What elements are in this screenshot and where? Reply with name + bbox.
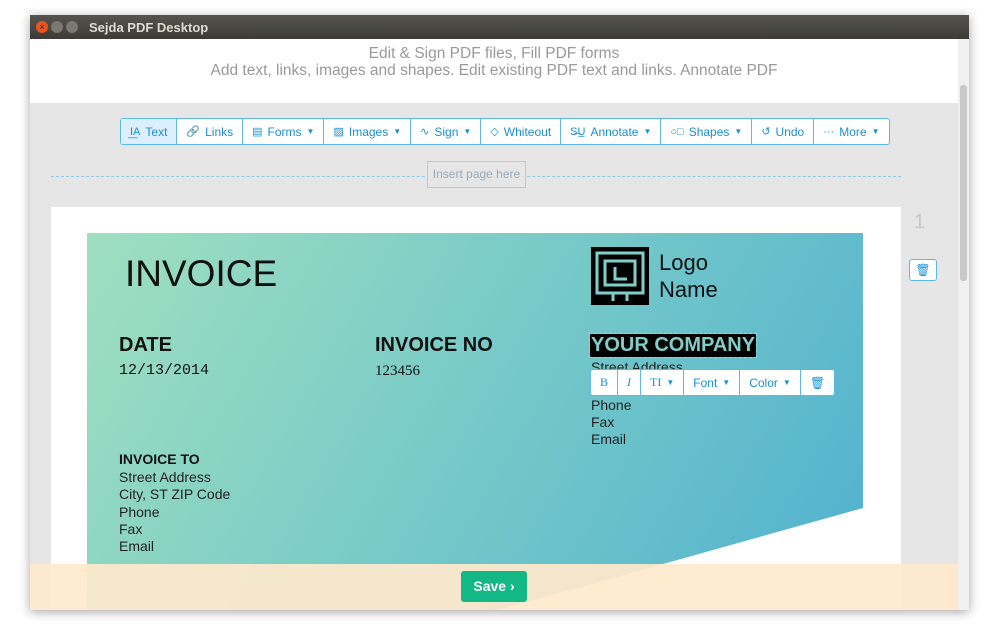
tool-links-button[interactable]: 🔗 Links <box>177 119 244 144</box>
title-bar: × Sejda PDF Desktop <box>30 15 969 39</box>
invoice-to-details[interactable]: Street Address City, ST ZIP Code Phone F… <box>119 469 230 555</box>
tool-label: Text <box>145 124 168 139</box>
tool-whiteout-button[interactable]: ◇ Whiteout <box>481 119 562 144</box>
company-phone: Phone <box>591 397 632 413</box>
text-cursor-icon: I͟A <box>130 125 141 138</box>
maximize-icon[interactable] <box>66 21 78 33</box>
font-dropdown[interactable]: Font ▼ <box>684 370 741 395</box>
link-icon: 🔗 <box>186 126 201 138</box>
signature-icon: ∿ <box>420 126 430 138</box>
format-toolbar: B I TI ▼ Font ▼ Color ▼ 🗑 <box>590 369 836 396</box>
trash-icon: 🗑 <box>809 375 826 390</box>
logo-name: Logo Name <box>659 249 718 303</box>
caret-down-icon: ▼ <box>666 378 675 387</box>
company-email: Email <box>591 431 627 447</box>
delete-element-button[interactable]: 🗑 <box>801 370 834 395</box>
bold-label: B <box>600 375 609 389</box>
text-size-dropdown[interactable]: TI ▼ <box>641 370 685 395</box>
caret-down-icon: ▼ <box>734 127 743 136</box>
insert-page-button[interactable]: Insert page here <box>427 161 526 188</box>
to-fax: Fax <box>119 520 143 537</box>
tool-label: Annotate <box>590 124 639 139</box>
tool-text-button[interactable]: I͟A Text <box>121 119 178 144</box>
tool-images-button[interactable]: ▨ Images ▼ <box>324 119 412 144</box>
tool-label: Sign <box>434 124 459 139</box>
date-label[interactable]: DATE <box>119 334 172 357</box>
date-value[interactable]: 12/13/2014 <box>119 362 209 379</box>
scrollbar[interactable] <box>958 39 969 610</box>
to-email: Email <box>119 538 155 555</box>
tool-sign-button[interactable]: ∿ Sign ▼ <box>411 119 482 144</box>
caret-down-icon: ▼ <box>463 127 472 136</box>
tool-annotate-button[interactable]: S̶U̲ Annotate ▼ <box>561 119 662 144</box>
tool-label: Links <box>205 124 234 139</box>
save-bar: Save › <box>30 564 958 610</box>
save-label: Save <box>473 578 507 594</box>
save-button[interactable]: Save › <box>461 571 527 602</box>
minimize-icon[interactable] <box>51 21 63 33</box>
app-window: × Sejda PDF Desktop Edit & Sign PDF file… <box>30 15 969 610</box>
to-city: City, ST ZIP Code <box>119 486 231 503</box>
company-fax: Fax <box>591 414 615 430</box>
tool-label: More <box>839 124 867 139</box>
page-number: 1 <box>914 211 926 233</box>
bold-button[interactable]: B <box>591 370 619 395</box>
eraser-icon: ◇ <box>490 126 499 138</box>
company-name-selected[interactable]: YOUR COMPANY <box>588 333 758 358</box>
tool-label: Images <box>348 124 389 139</box>
more-icon: ··· <box>823 125 835 138</box>
tool-label: Undo <box>775 124 805 139</box>
caret-down-icon: ▼ <box>782 378 791 387</box>
tool-shapes-button[interactable]: ○□ Shapes ▼ <box>661 119 753 144</box>
italic-button[interactable]: I <box>618 370 642 395</box>
scrollbar-thumb[interactable] <box>960 85 967 281</box>
header-line-2: Add text, links, images and shapes. Edit… <box>210 62 778 79</box>
caret-down-icon: ▼ <box>393 127 402 136</box>
form-icon: ▤ <box>252 126 263 138</box>
delete-page-button[interactable]: 🗑 <box>909 259 937 281</box>
font-label: Font <box>693 375 718 390</box>
to-phone: Phone <box>119 503 160 520</box>
tool-more-button[interactable]: ··· More ▼ <box>814 119 888 144</box>
tool-label: Shapes <box>688 124 730 139</box>
caret-down-icon: ▼ <box>871 127 880 136</box>
header-line-1: Edit & Sign PDF files, Fill PDF forms <box>368 45 620 62</box>
close-icon[interactable]: × <box>36 21 48 33</box>
text-size-label: TI <box>650 375 662 389</box>
tool-undo-button[interactable]: ↺ Undo <box>752 119 815 144</box>
image-icon: ▨ <box>333 126 344 138</box>
shapes-icon: ○□ <box>670 125 684 138</box>
color-label: Color <box>749 375 778 390</box>
invoice-to-label[interactable]: INVOICE TO <box>119 451 200 467</box>
tool-forms-button[interactable]: ▤ Forms ▼ <box>243 119 325 144</box>
trash-icon: 🗑 <box>915 263 931 277</box>
caret-down-icon: ▼ <box>722 378 731 387</box>
invoice-no-label[interactable]: INVOICE NO <box>375 334 493 357</box>
pdf-page[interactable]: INVOICE Logo Name DATE 12/13/2014 INVOICE… <box>51 207 901 610</box>
header: Edit & Sign PDF files, Fill PDF forms Ad… <box>30 39 958 103</box>
undo-icon: ↺ <box>761 126 771 138</box>
window-title: Sejda PDF Desktop <box>89 19 209 35</box>
invoice-no-value[interactable]: 123456 <box>375 363 420 380</box>
invoice-background: INVOICE Logo Name DATE 12/13/2014 INVOICE… <box>87 233 863 610</box>
caret-down-icon: ▼ <box>643 127 652 136</box>
edit-toolbar: I͟A Text 🔗 Links ▤ Forms ▼ ▨ Images ▼ ∿ Sign ▼ ◇ White… <box>120 118 890 145</box>
to-street: Street Address <box>119 469 211 485</box>
logo-line-2: Name <box>659 277 718 302</box>
tool-label: Whiteout <box>503 124 552 139</box>
logo-line-1: Logo <box>659 250 708 275</box>
invoice-title[interactable]: INVOICE <box>125 253 277 295</box>
logo-icon <box>591 247 649 305</box>
color-dropdown[interactable]: Color ▼ <box>740 370 801 395</box>
caret-down-icon: ▼ <box>306 127 315 136</box>
italic-label: I <box>627 375 632 389</box>
annotate-icon: S̶U̲ <box>570 125 586 138</box>
tool-label: Forms <box>267 124 302 139</box>
